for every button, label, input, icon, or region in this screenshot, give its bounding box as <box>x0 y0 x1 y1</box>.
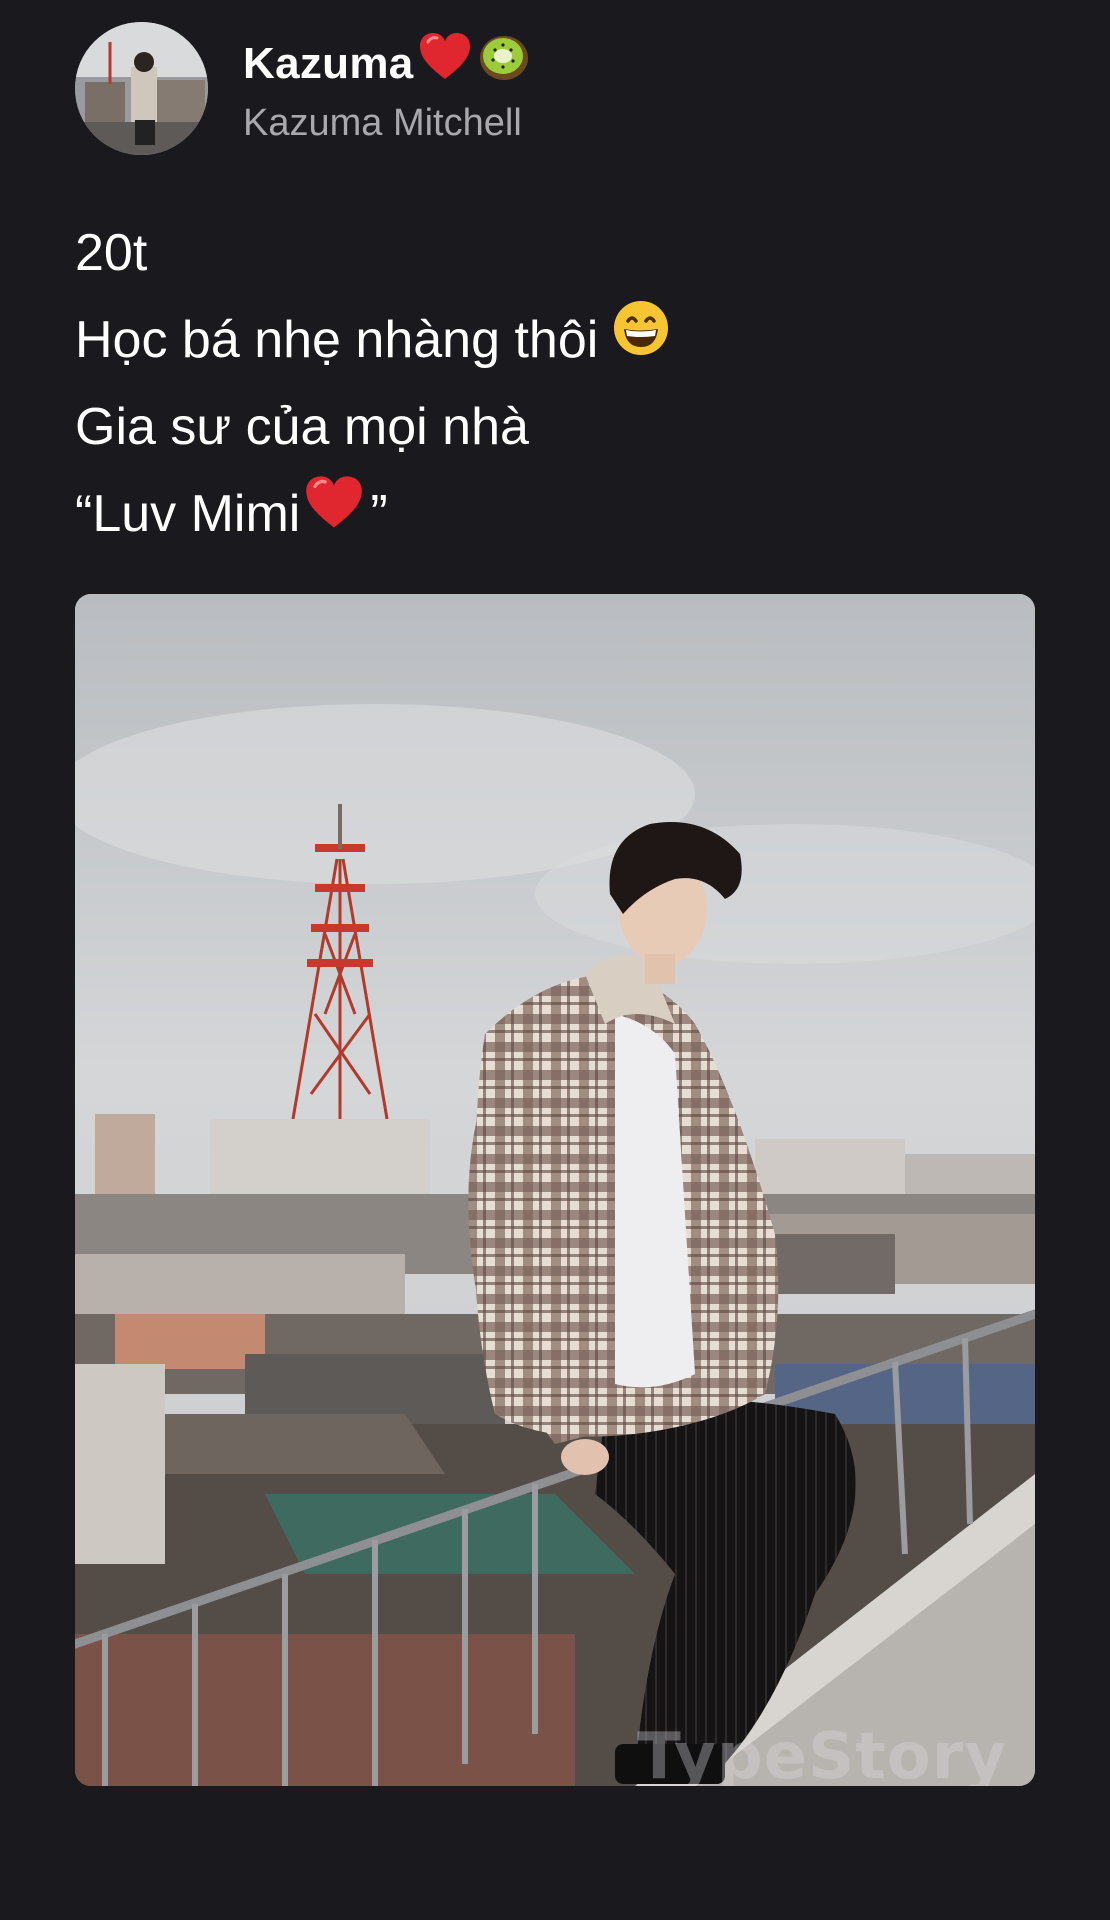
bio-line-4: “Luv Mimi ” <box>75 471 670 558</box>
handle[interactable]: Kazuma Mitchell <box>243 99 530 147</box>
bio-line-2-text: Học bá nhẹ nhàng thôi <box>75 311 599 369</box>
red-heart-emoji <box>418 32 472 96</box>
bio-line-4-close: ” <box>370 485 388 543</box>
kiwi-emoji <box>478 31 530 97</box>
grinning-face-emoji <box>612 297 670 384</box>
photo-illustration <box>75 594 1035 1786</box>
display-name[interactable]: Kazuma <box>243 36 414 92</box>
display-name-row: Kazuma <box>243 31 530 97</box>
bio-line-3: Gia sư của mọi nhà <box>75 384 670 471</box>
bio-line-2: Học bá nhẹ nhàng thôi <box>75 297 670 384</box>
bio-line-3-text: Gia sư của mọi nhà <box>75 398 529 456</box>
red-heart-emoji <box>304 471 364 558</box>
watermark: TypeStory <box>637 1720 1007 1786</box>
avatar[interactable] <box>75 22 208 155</box>
avatar-photo <box>75 22 208 155</box>
bio-line-1: 20t <box>75 210 670 297</box>
bio-line-4-open: “Luv Mimi <box>75 485 301 543</box>
bio-line-1-text: 20t <box>75 224 148 282</box>
rooftop-portrait-photo[interactable]: TypeStory <box>75 594 1035 1786</box>
bio: 20t Học bá nhẹ nhàng thôi Gia sư của mọi… <box>75 210 670 558</box>
profile-header: Kazuma Kazuma Mitchell <box>75 22 530 155</box>
